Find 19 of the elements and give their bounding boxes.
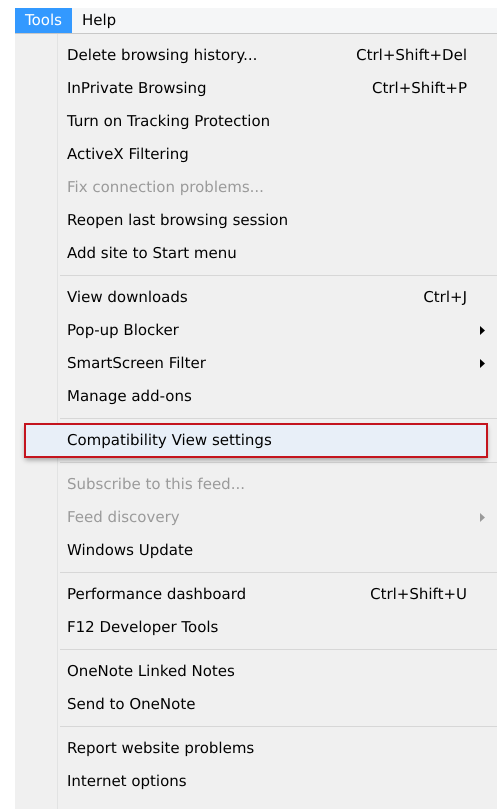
- menu-item[interactable]: F12 Developer Tools: [15, 611, 497, 644]
- menu-bar-item[interactable]: Help: [72, 8, 126, 33]
- menu-item[interactable]: View downloads Ctrl+J: [15, 281, 497, 314]
- menu-item[interactable]: ActiveX Filtering: [15, 138, 497, 171]
- menu-item[interactable]: Report website problems: [15, 732, 497, 765]
- menu-item[interactable]: Manage add-ons: [15, 380, 497, 413]
- menu-item[interactable]: Turn on Tracking Protection: [15, 105, 497, 138]
- menu-item[interactable]: Pop-up Blocker: [15, 314, 497, 347]
- menu-item[interactable]: Add site to Start menu: [15, 237, 497, 270]
- menu-item[interactable]: Internet options: [15, 765, 497, 798]
- menu-item[interactable]: InPrivate Browsing Ctrl+Shift+P: [15, 72, 497, 105]
- menu-item[interactable]: Delete browsing history... Ctrl+Shift+Del: [15, 39, 497, 72]
- menu-item[interactable]: OneNote Linked Notes: [15, 655, 497, 688]
- menu-item[interactable]: Windows Update: [15, 534, 497, 567]
- menu-item[interactable]: Performance dashboard Ctrl+Shift+U: [15, 578, 497, 611]
- menu-item[interactable]: Reopen last browsing session: [15, 204, 497, 237]
- menu-item[interactable]: Compatibility View settings: [25, 424, 487, 457]
- menu-item[interactable]: Send to OneNote: [15, 688, 497, 721]
- menu-item[interactable]: SmartScreen Filter: [15, 347, 497, 380]
